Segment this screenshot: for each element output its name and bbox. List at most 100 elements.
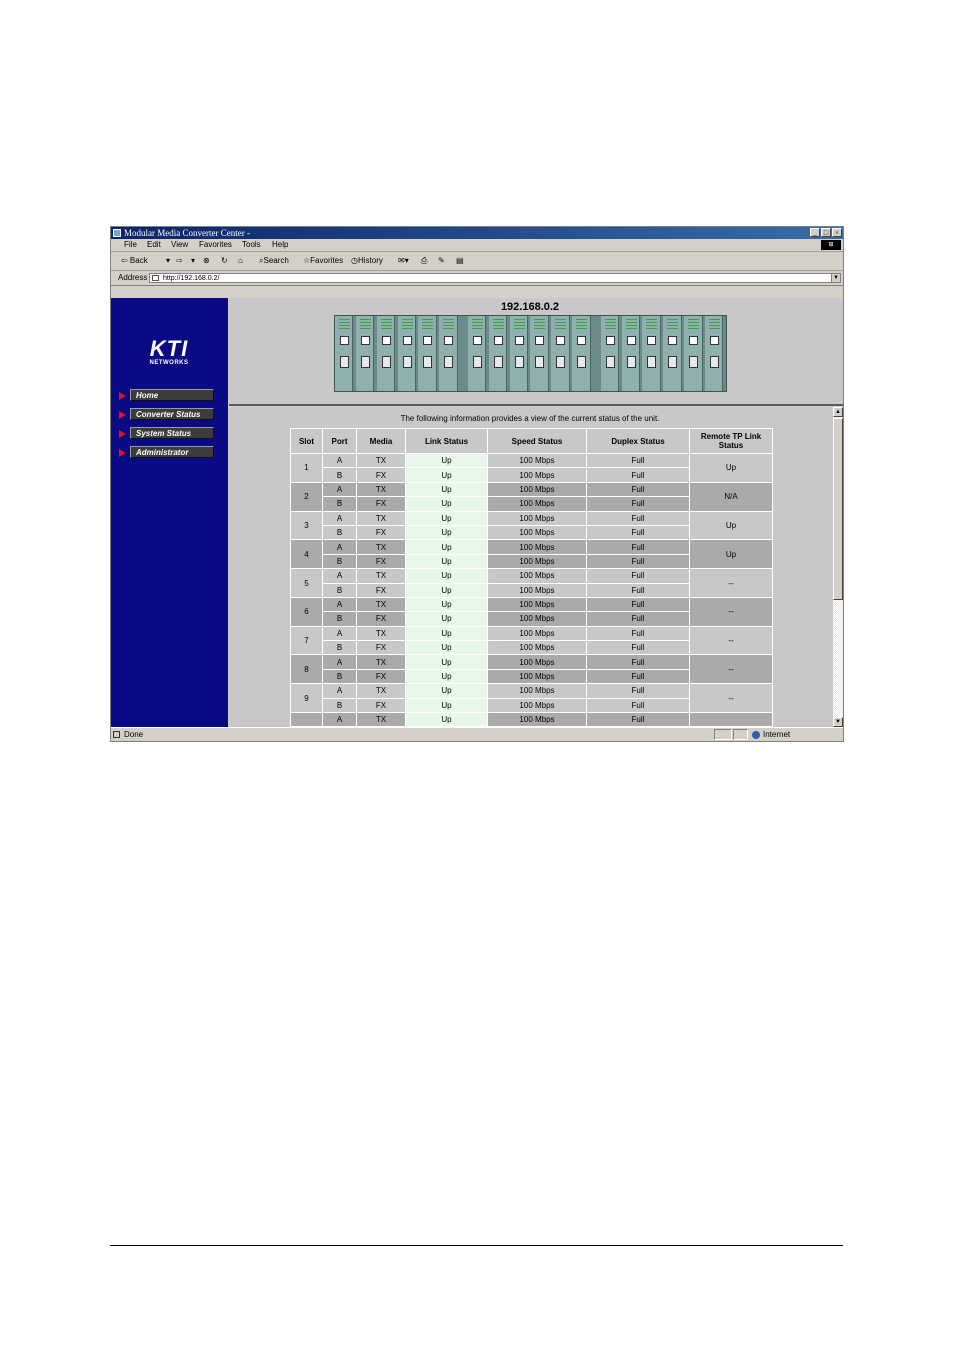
converter-module xyxy=(551,316,570,391)
vertical-scrollbar[interactable]: ▲ ▼ xyxy=(833,407,843,727)
status-frame: The following information provides a vie… xyxy=(229,407,843,727)
port-cell: A xyxy=(322,596,357,613)
page-footer-rule xyxy=(110,1245,843,1246)
port-cell: A xyxy=(322,568,357,584)
duplex-status-cell: Full xyxy=(586,568,690,584)
arrow-icon xyxy=(119,449,126,457)
status-segment xyxy=(714,729,732,740)
table-row: A TX Up 100 Mbps Full xyxy=(290,712,773,727)
title-bar: Modular Media Converter Center - _ □ × xyxy=(111,227,843,239)
media-cell: FX xyxy=(356,668,406,685)
home-icon[interactable]: ⌂ xyxy=(238,252,243,270)
nav-system-status[interactable]: System Status xyxy=(130,427,214,439)
minimize-button[interactable]: _ xyxy=(810,228,820,237)
menu-tools[interactable]: Tools xyxy=(242,239,261,251)
arrow-icon xyxy=(119,411,126,419)
device-frame: 192.168.0.2 xyxy=(229,298,843,406)
back-button[interactable]: ⇦ Back xyxy=(121,252,148,270)
internet-zone-icon xyxy=(752,731,760,739)
speed-status-cell: 100 Mbps xyxy=(487,553,587,570)
menu-favorites[interactable]: Favorites xyxy=(199,239,232,251)
link-status-cell: Up xyxy=(405,481,488,498)
nav-home[interactable]: Home xyxy=(130,389,214,401)
media-cell: FX xyxy=(356,697,406,714)
scroll-thumb[interactable] xyxy=(833,418,843,600)
remote-tp-cell: Up xyxy=(689,453,773,483)
speed-status-cell: 100 Mbps xyxy=(487,481,587,498)
converter-module xyxy=(418,316,437,391)
history-button[interactable]: ◷History xyxy=(351,252,383,270)
forward-button[interactable]: ⇨ xyxy=(176,252,183,270)
menu-view[interactable]: View xyxy=(171,239,188,251)
edit-icon[interactable]: ✎ xyxy=(438,252,445,270)
duplex-status-cell: Full xyxy=(586,654,690,670)
port-cell: B xyxy=(322,697,357,714)
table-row: 7 A TX Up 100 Mbps Full -- xyxy=(290,625,773,656)
port-cell: A xyxy=(322,683,357,699)
intro-text: The following information provides a vie… xyxy=(400,414,660,423)
history-icon: ◷ xyxy=(351,256,358,265)
port-cell: B xyxy=(322,640,357,656)
converter-module xyxy=(335,316,354,391)
address-bar: Address http://192.168.0.2/ ▼ xyxy=(111,271,843,286)
menu-help[interactable]: Help xyxy=(272,239,288,251)
converter-module xyxy=(530,316,549,391)
converter-module xyxy=(642,316,661,391)
favorites-label: Favorites xyxy=(310,256,344,265)
discuss-icon[interactable]: ▤ xyxy=(456,252,464,270)
back-dropdown-icon[interactable]: ▾ xyxy=(166,252,170,270)
speed-status-cell: 100 Mbps xyxy=(487,625,587,642)
duplex-status-cell: Full xyxy=(586,524,690,541)
speed-status-cell: 100 Mbps xyxy=(487,640,587,656)
converter-module xyxy=(621,316,640,391)
zone-text: Internet xyxy=(763,730,791,739)
media-cell: FX xyxy=(356,640,406,656)
duplex-status-cell: Full xyxy=(586,452,690,469)
menu-edit[interactable]: Edit xyxy=(147,239,161,251)
table-row: 4 A TX Up 100 Mbps Full Up xyxy=(290,539,773,570)
slot-cell: 2 xyxy=(290,481,323,512)
nav-converter-status[interactable]: Converter Status xyxy=(130,408,214,420)
search-label: Search xyxy=(263,256,289,265)
menu-bar: File Edit View Favorites Tools Help ⊞ xyxy=(111,239,843,252)
speed-status-cell: 100 Mbps xyxy=(487,697,587,714)
address-input[interactable]: http://192.168.0.2/ xyxy=(149,273,833,283)
port-cell: B xyxy=(322,668,357,685)
close-button[interactable]: × xyxy=(832,228,842,237)
left-nav: KTI NETWORKS Home Converter Status Syste… xyxy=(111,298,228,727)
port-cell: B xyxy=(322,611,357,627)
converter-status-table: Slot Port Media Link Status Speed Status… xyxy=(290,428,773,727)
table-row: 8 A TX Up 100 Mbps Full -- xyxy=(290,654,773,685)
port-cell: A xyxy=(322,712,357,727)
address-dropdown-icon[interactable]: ▼ xyxy=(831,273,841,283)
link-status-cell: Up xyxy=(405,668,488,685)
media-cell: TX xyxy=(356,568,406,584)
remote-tp-cell: -- xyxy=(689,683,773,714)
document-icon xyxy=(113,731,120,738)
media-cell: TX xyxy=(356,654,406,670)
link-status-cell: Up xyxy=(405,524,488,541)
favorites-button[interactable]: ☆Favorites xyxy=(303,252,343,270)
mail-icon[interactable]: ✉▾ xyxy=(398,252,409,270)
slot-cell: 6 xyxy=(290,596,323,627)
print-icon[interactable]: ⎙ xyxy=(421,252,427,270)
restore-button[interactable]: □ xyxy=(821,228,831,237)
scroll-up-icon[interactable]: ▲ xyxy=(833,407,843,417)
nav-administrator[interactable]: Administrator xyxy=(130,446,214,458)
col-remote-tp: Remote TP Link Status xyxy=(689,428,773,454)
converter-module xyxy=(467,316,487,391)
search-button[interactable]: ⌕Search xyxy=(259,252,289,270)
table-row: 3 A TX Up 100 Mbps Full Up xyxy=(290,510,773,541)
device-ip: 192.168.0.2 xyxy=(500,301,560,313)
scroll-down-icon[interactable]: ▼ xyxy=(833,717,843,727)
stop-icon[interactable]: ⊗ xyxy=(203,252,210,270)
menu-file[interactable]: File xyxy=(124,239,137,251)
forward-dropdown-icon[interactable]: ▾ xyxy=(191,252,195,270)
refresh-icon[interactable]: ↻ xyxy=(221,252,228,270)
table-row: 1 A TX Up 100 Mbps Full Up xyxy=(290,452,773,483)
duplex-status-cell: Full xyxy=(586,640,690,656)
speed-status-cell: 100 Mbps xyxy=(487,712,587,727)
col-port: Port xyxy=(322,428,357,454)
media-cell: FX xyxy=(356,467,406,483)
arrow-icon xyxy=(119,392,126,400)
